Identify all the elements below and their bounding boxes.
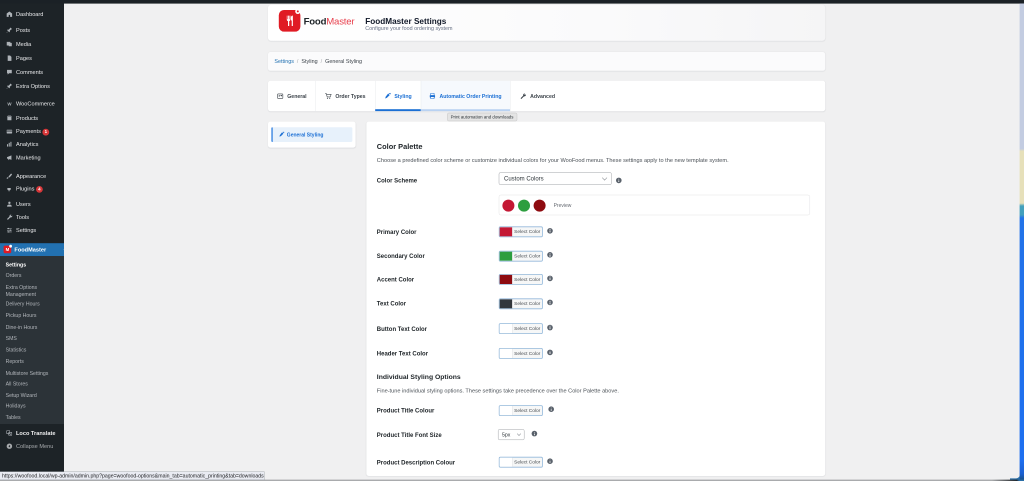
svg-text:W: W xyxy=(7,101,12,106)
